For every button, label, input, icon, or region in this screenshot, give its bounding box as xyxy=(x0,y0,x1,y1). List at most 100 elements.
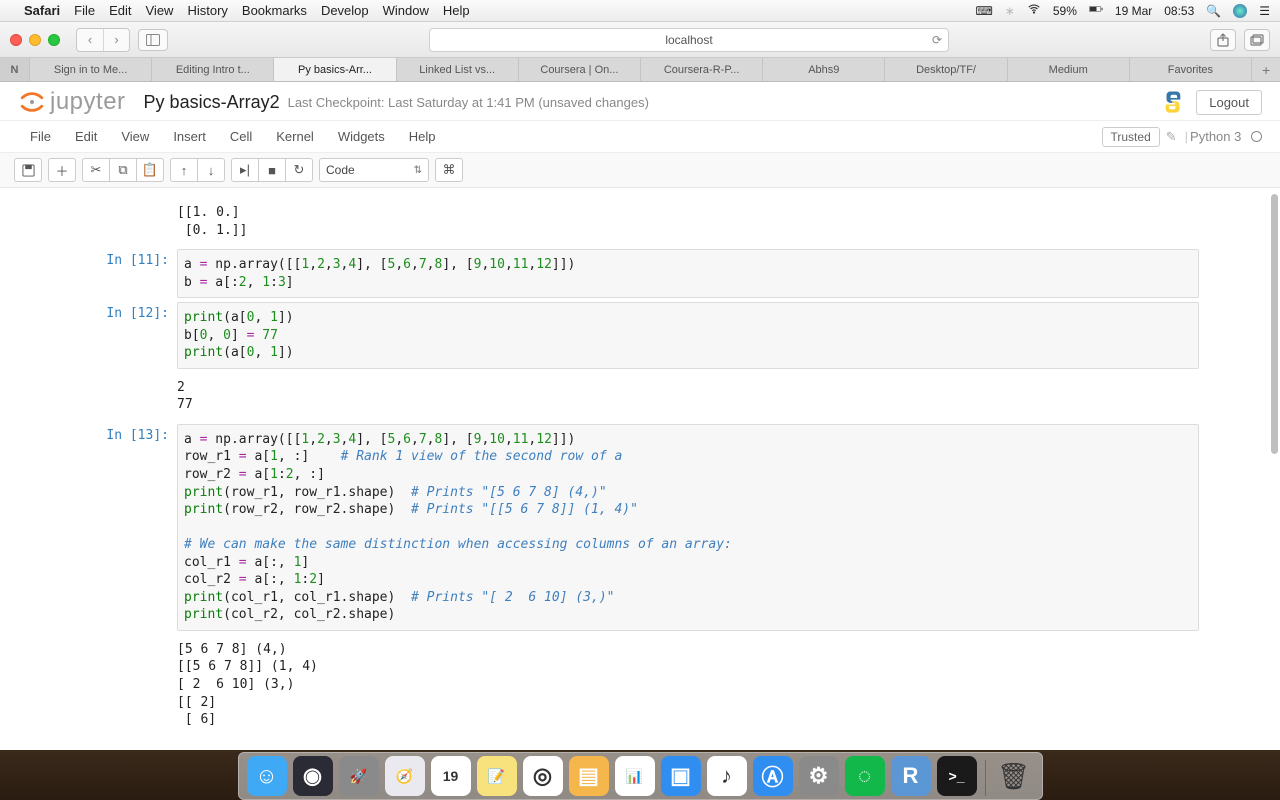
jmenu-insert[interactable]: Insert xyxy=(161,125,218,148)
window-zoom-button[interactable] xyxy=(48,34,60,46)
code-cell-11[interactable]: In [11]: a = np.array([[1,2,3,4], [5,6,7… xyxy=(81,249,1199,298)
run-button[interactable]: ▸| xyxy=(231,158,259,182)
dock-app-chrome[interactable]: ◎ xyxy=(523,756,563,796)
bluetooth-icon[interactable]: ∗ xyxy=(1005,4,1015,18)
dock-app-finder[interactable]: ☺ xyxy=(247,756,287,796)
dock-app-terminal[interactable]: >_ xyxy=(937,756,977,796)
spotlight-icon[interactable]: 🔍 xyxy=(1206,4,1221,18)
jmenu-cell[interactable]: Cell xyxy=(218,125,264,148)
dock-app-launchpad[interactable]: 🚀 xyxy=(339,756,379,796)
interrupt-button[interactable]: ■ xyxy=(258,158,286,182)
jupyter-menubar: File Edit View Insert Cell Kernel Widget… xyxy=(0,120,1280,153)
siri-icon[interactable] xyxy=(1233,4,1247,18)
code-in13[interactable]: a = np.array([[1,2,3,4], [5,6,7,8], [9,1… xyxy=(177,424,1199,631)
dock-trash[interactable]: 🗑 xyxy=(994,756,1034,796)
code-in11[interactable]: a = np.array([[1,2,3,4], [5,6,7,8], [9,1… xyxy=(177,249,1199,298)
dock-app-siri[interactable]: ◉ xyxy=(293,756,333,796)
dock-app-itunes[interactable]: ♪ xyxy=(707,756,747,796)
output-12: 2 77 xyxy=(177,373,1199,420)
menubar-date[interactable]: 19 Mar xyxy=(1115,4,1152,18)
jupyter-logo[interactable]: jupyter xyxy=(18,88,126,116)
dock-app-numbers[interactable]: 📊 xyxy=(615,756,655,796)
menubar-window[interactable]: Window xyxy=(383,3,429,18)
tab-2[interactable]: Py basics-Arr... xyxy=(274,58,396,81)
cut-button[interactable]: ✂ xyxy=(82,158,110,182)
address-bar[interactable]: localhost ⟳ xyxy=(429,28,949,52)
menubar-view[interactable]: View xyxy=(146,3,174,18)
safari-toolbar: ‹ › localhost ⟳ xyxy=(0,22,1280,58)
code-in12[interactable]: print(a[0, 1]) b[0, 0] = 77 print(a[0, 1… xyxy=(177,302,1199,369)
new-tab-button[interactable]: + xyxy=(1252,58,1280,81)
tab-4[interactable]: Coursera | On... xyxy=(519,58,641,81)
tab-9[interactable]: Favorites xyxy=(1130,58,1252,81)
output-cell-12: 2 77 xyxy=(81,373,1199,420)
dock-app-rstudio[interactable]: R xyxy=(891,756,931,796)
jmenu-help[interactable]: Help xyxy=(397,125,448,148)
dock-app-safari[interactable]: 🧭 xyxy=(385,756,425,796)
menubar-time[interactable]: 08:53 xyxy=(1164,4,1194,18)
menubar-history[interactable]: History xyxy=(187,3,227,18)
dock-app-settings[interactable]: ⚙ xyxy=(799,756,839,796)
share-button[interactable] xyxy=(1210,29,1236,51)
jmenu-widgets[interactable]: Widgets xyxy=(326,125,397,148)
menubar-help[interactable]: Help xyxy=(443,3,470,18)
tab-3[interactable]: Linked List vs... xyxy=(397,58,519,81)
tab-8[interactable]: Medium xyxy=(1008,58,1130,81)
move-down-button[interactable]: ↓ xyxy=(197,158,225,182)
prompt-in13: In [13]: xyxy=(81,424,177,631)
paste-button[interactable]: 📋 xyxy=(136,158,164,182)
copy-button[interactable]: ⧉ xyxy=(109,158,137,182)
sidebar-toggle-button[interactable] xyxy=(138,29,168,51)
code-cell-12[interactable]: In [12]: print(a[0, 1]) b[0, 0] = 77 pri… xyxy=(81,302,1199,369)
prompt-in11: In [11]: xyxy=(81,249,177,298)
forward-button[interactable]: › xyxy=(103,29,129,51)
menubar-edit[interactable]: Edit xyxy=(109,3,131,18)
back-button[interactable]: ‹ xyxy=(77,29,103,51)
menubar-develop[interactable]: Develop xyxy=(321,3,369,18)
trusted-indicator[interactable]: Trusted xyxy=(1102,127,1160,147)
dock-app-keynote[interactable]: ▣ xyxy=(661,756,701,796)
save-button[interactable] xyxy=(14,158,42,182)
celltype-select[interactable]: Code ⇅ xyxy=(319,158,429,182)
page-scrollbar[interactable] xyxy=(1271,84,1278,748)
battery-icon[interactable] xyxy=(1089,2,1103,19)
window-minimize-button[interactable] xyxy=(29,34,41,46)
move-up-button[interactable]: ↑ xyxy=(170,158,198,182)
wifi-icon[interactable] xyxy=(1027,2,1041,19)
nav-buttons: ‹ › xyxy=(76,28,130,52)
add-cell-button[interactable]: ＋ xyxy=(48,158,76,182)
kernel-indicator[interactable]: Python 3 xyxy=(1190,129,1262,144)
notebook-area[interactable]: [[1. 0.] [0. 1.]] In [11]: a = np.array(… xyxy=(0,188,1280,728)
notebook-name[interactable]: Py basics-Array2 xyxy=(144,92,280,113)
scrollbar-thumb[interactable] xyxy=(1271,194,1278,454)
restart-button[interactable]: ↻ xyxy=(285,158,313,182)
tab-7[interactable]: Desktop/TF/ xyxy=(885,58,1007,81)
battery-percent[interactable]: 59% xyxy=(1053,4,1077,18)
dock-app-appstore[interactable]: Ⓐ xyxy=(753,756,793,796)
tabs-overview-button[interactable] xyxy=(1244,29,1270,51)
tab-0[interactable]: Sign in to Me... xyxy=(30,58,152,81)
keyboard-icon[interactable]: ⌨ xyxy=(975,4,992,18)
edit-indicator-icon[interactable]: ✎ xyxy=(1166,129,1177,145)
command-palette-button[interactable]: ⌘ xyxy=(435,158,463,182)
jmenu-edit[interactable]: Edit xyxy=(63,125,109,148)
tab-5[interactable]: Coursera-R-P... xyxy=(641,58,763,81)
logout-button[interactable]: Logout xyxy=(1196,90,1262,115)
jmenu-kernel[interactable]: Kernel xyxy=(264,125,326,148)
reload-icon[interactable]: ⟳ xyxy=(932,33,942,47)
code-cell-13[interactable]: In [13]: a = np.array([[1,2,3,4], [5,6,7… xyxy=(81,424,1199,631)
window-close-button[interactable] xyxy=(10,34,22,46)
tab-6[interactable]: Abhs9 xyxy=(763,58,885,81)
tab-1[interactable]: Editing Intro t... xyxy=(152,58,274,81)
jmenu-view[interactable]: View xyxy=(109,125,161,148)
jmenu-file[interactable]: File xyxy=(18,125,63,148)
menubar-file[interactable]: File xyxy=(74,3,95,18)
dock-app-pycharm[interactable]: ◌ xyxy=(845,756,885,796)
notification-center-icon[interactable]: ☰ xyxy=(1259,4,1270,18)
dock-app-notes[interactable]: 📝 xyxy=(477,756,517,796)
dock-app-slides[interactable]: ▤ xyxy=(569,756,609,796)
app-name[interactable]: Safari xyxy=(24,3,60,18)
menubar-bookmarks[interactable]: Bookmarks xyxy=(242,3,307,18)
dock-app-calendar[interactable]: 19 xyxy=(431,756,471,796)
pinned-tab[interactable]: N xyxy=(0,58,30,81)
